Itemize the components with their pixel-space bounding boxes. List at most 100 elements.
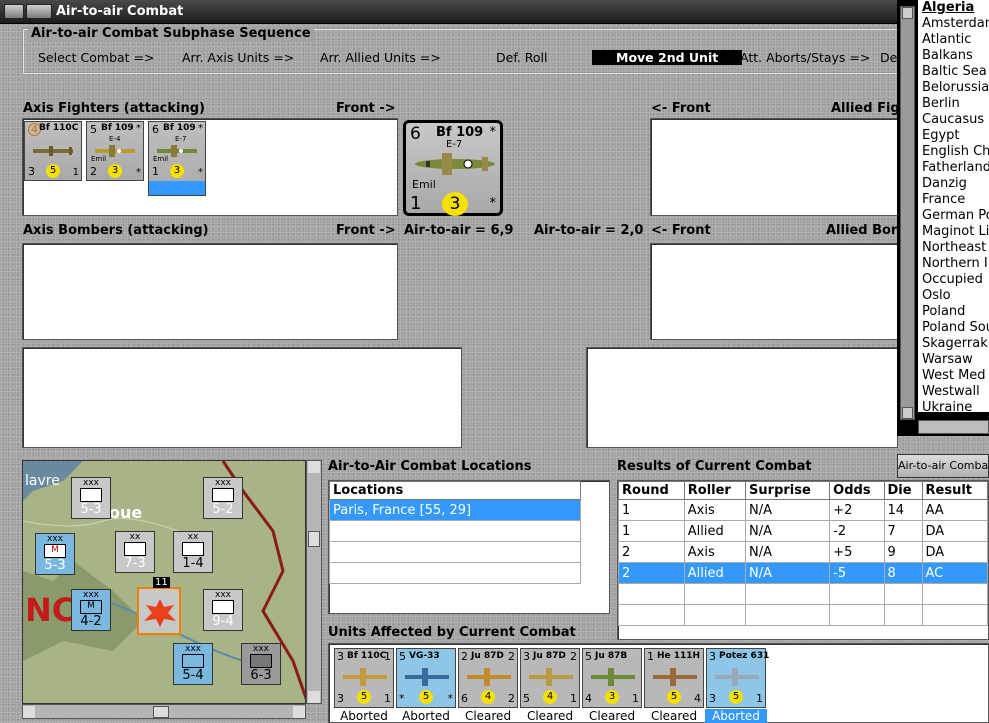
location-list-item[interactable]: Caucasus — [918, 112, 989, 128]
step-next-truncated[interactable]: De — [880, 50, 897, 65]
affected-unit-counter[interactable]: 5 Ju 87B 4 3 1 — [582, 648, 642, 708]
counter-air-value: 3 — [605, 690, 619, 704]
step-att-aborts-stays[interactable]: Att. Aborts/Stays => — [740, 50, 870, 65]
counter-top-left: 5 — [399, 650, 406, 663]
location-list-item[interactable]: Danzig — [918, 176, 989, 192]
results-row[interactable]: 1 Axis N/A +2 14 AA — [618, 499, 989, 521]
location-list-item[interactable]: Occupied — [918, 272, 989, 288]
location-list-scrollbar[interactable] — [900, 6, 915, 420]
step-arr-axis-units[interactable]: Arr. Axis Units => — [182, 50, 294, 65]
location-list-item[interactable]: Belorussia — [918, 80, 989, 96]
counter-bottom-right: 1 — [570, 692, 577, 705]
cell-odds: -2 — [829, 520, 885, 542]
location-list-item[interactable]: Egypt — [918, 128, 989, 144]
axis-fighter-counter-3[interactable]: 6 Bf 109 * E-7 Emil 1 3 * — [148, 121, 206, 196]
location-list-item[interactable]: English Ch — [918, 144, 989, 160]
step-arr-allied-units[interactable]: Arr. Allied Units => — [320, 50, 441, 65]
map-vscrollbar[interactable] — [306, 460, 322, 704]
location-list-item[interactable]: Oslo — [918, 288, 989, 304]
location-list-hscrollbar[interactable] — [918, 420, 989, 434]
affected-unit-status: Cleared — [650, 709, 698, 723]
map-hscrollbar[interactable] — [22, 704, 306, 719]
scroll-down-arrow-icon[interactable] — [308, 691, 320, 703]
location-list-item[interactable]: German Po — [918, 208, 989, 224]
counter-subtype: E-7 — [175, 135, 187, 143]
scroll-up-arrow-icon[interactable] — [902, 7, 913, 19]
selection-highlight — [149, 181, 205, 195]
map-unit-counter[interactable]: xxx 5-4 — [173, 643, 213, 685]
map-unit-counter[interactable]: xxx 9-4 — [203, 589, 243, 631]
location-list-item[interactable]: Fatherland — [918, 160, 989, 176]
location-list-item[interactable]: Poland — [918, 304, 989, 320]
step-move-2nd-unit[interactable]: Move 2nd Unit — [592, 50, 743, 65]
map-unit-counter[interactable]: xx 7-3 — [115, 531, 155, 573]
window-icon-button[interactable] — [26, 4, 52, 19]
counter-subtype: E-4 — [109, 135, 121, 143]
location-list-item[interactable]: Ukraine — [918, 400, 989, 412]
axis-bombers-box[interactable] — [22, 243, 398, 340]
location-list-item[interactable]: Poland Sou — [918, 320, 989, 336]
selected-unit-name: Bf 109 — [436, 125, 484, 140]
location-list-item[interactable]: Warsaw — [918, 352, 989, 368]
map-unit-counter[interactable]: xxx M 4-2 — [71, 589, 111, 631]
map-unit-counter[interactable]: xxx 5-2 — [203, 477, 243, 519]
location-list-item[interactable]: West Med — [918, 368, 989, 384]
counter-top-left: 5 — [585, 650, 592, 663]
location-list-item[interactable]: Baltic Sea — [918, 64, 989, 80]
allied-fighters-box[interactable] — [650, 118, 898, 216]
scroll-down-arrow-icon[interactable] — [902, 407, 913, 419]
map-unit-counter[interactable]: xxx M 5-3 — [35, 533, 75, 575]
map-vscroll-thumb[interactable] — [308, 531, 320, 547]
results-row-selected[interactable]: 2 Allied N/A -5 8 AC — [618, 562, 989, 584]
location-list-item[interactable]: Balkans — [918, 48, 989, 64]
allied-bombers-box[interactable] — [650, 243, 898, 340]
map-unit-counter[interactable]: xxx 6-3 — [241, 643, 281, 685]
affected-unit-counter[interactable]: 1 He 111H 5 4 — [644, 648, 704, 708]
location-list-item[interactable]: Berlin — [918, 96, 989, 112]
location-row-empty[interactable] — [329, 562, 581, 584]
results-row[interactable]: 1 Allied N/A -2 7 DA — [618, 520, 989, 542]
unit-strength: 1-4 — [182, 556, 204, 571]
step-select-combat[interactable]: Select Combat => — [38, 50, 155, 65]
location-row-empty[interactable] — [329, 541, 581, 563]
results-row[interactable]: 2 Axis N/A +5 9 DA — [618, 541, 989, 563]
location-list-item[interactable]: Northern I — [918, 256, 989, 272]
affected-unit-counter[interactable]: 2 Ju 87D 2 6 4 2 — [458, 648, 518, 708]
location-list-item[interactable]: Amsterdam — [918, 16, 989, 32]
combat-stack-counter[interactable]: 11 — [137, 577, 181, 635]
location-list-item[interactable]: Algeria — [918, 0, 989, 16]
location-list-item[interactable]: Westwall — [918, 384, 989, 400]
axis-fighter-counter-1[interactable]: 4 Bf 110C 1 3 5 — [24, 121, 82, 181]
air-to-air-combat-button[interactable]: Air-to-air Combat — [897, 454, 989, 478]
location-list-item[interactable]: Northeast — [918, 240, 989, 256]
location-list-item[interactable]: Atlantic — [918, 32, 989, 48]
location-list-item[interactable]: France — [918, 192, 989, 208]
results-header-round: Round — [618, 481, 685, 500]
location-list-item[interactable]: Maginot Li — [918, 224, 989, 240]
cell-roller: Allied — [683, 520, 747, 542]
scroll-right-arrow-icon[interactable] — [293, 706, 305, 718]
map-unit-counter[interactable]: xxx 5-3 — [71, 477, 111, 519]
location-row-empty[interactable] — [329, 520, 581, 542]
results-header-die: Die — [883, 481, 923, 500]
axis-fighter-counter-2[interactable]: 5 Bf 109 * E-4 Emil 2 3 * — [86, 121, 144, 181]
map-view[interactable]: lavre oue NC xxx 5-3 xxx 5-2 xx 7-3 xx 1… — [22, 460, 306, 704]
step-def-roll[interactable]: Def. Roll — [496, 50, 547, 65]
affected-unit-counter[interactable]: 3 Potez 631 3 5 1 — [706, 648, 769, 708]
scroll-left-arrow-icon[interactable] — [23, 706, 35, 718]
scroll-up-arrow-icon[interactable] — [308, 461, 320, 473]
window-title: Air-to-air Combat — [56, 4, 184, 19]
map-hscroll-thumb[interactable] — [153, 706, 169, 718]
location-list-item[interactable]: Skagerrak — [918, 336, 989, 352]
location-list[interactable]: AlgeriaAmsterdamAtlanticBalkansBaltic Se… — [918, 0, 989, 412]
infantry-icon — [182, 654, 204, 668]
map-unit-counter[interactable]: xx 1-4 — [173, 531, 213, 573]
affected-unit-counter[interactable]: 3 Bf 110C 1 3 5 1 — [334, 648, 394, 708]
affected-unit-counter[interactable]: 5 VG-33 * 5 * — [396, 648, 456, 708]
results-header-result: Result — [921, 481, 989, 500]
system-menu-button[interactable] — [4, 4, 24, 19]
cell-result: AA — [921, 499, 989, 521]
location-row[interactable]: Paris, France [55, 29] — [329, 499, 581, 521]
affected-unit-counter[interactable]: 3 Ju 87D 2 5 4 1 — [520, 648, 580, 708]
selected-unit-counter[interactable]: 6 Bf 109 E-7 * Emil 1 3 * — [403, 120, 503, 216]
